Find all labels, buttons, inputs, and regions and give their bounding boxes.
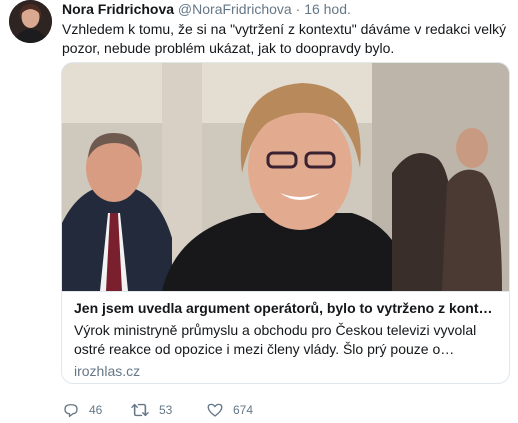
- like-count: 674: [233, 403, 254, 417]
- tweet-actions: 46 53 674: [62, 400, 286, 420]
- card-image[interactable]: [62, 63, 509, 291]
- card-body[interactable]: Jen jsem uvedla argument operátorů, bylo…: [62, 291, 509, 383]
- heart-icon: [206, 401, 224, 419]
- link-card[interactable]: Jen jsem uvedla argument operátorů, bylo…: [61, 62, 510, 384]
- reply-count: 46: [89, 403, 103, 417]
- avatar[interactable]: [9, 0, 52, 43]
- author-handle[interactable]: @NoraFridrichova: [178, 1, 292, 17]
- reply-icon: [62, 401, 80, 419]
- tweet-text: Vzhledem k tomu, že si na "vytržení z ko…: [62, 21, 507, 56]
- card-domain: irozhlas.cz: [74, 363, 141, 379]
- tweet-header: Nora Fridrichova @NoraFridrichova · 16 h…: [62, 0, 351, 18]
- retweet-icon: [130, 401, 150, 419]
- header-separator: ·: [295, 1, 301, 17]
- retweet-count: 53: [159, 403, 173, 417]
- reply-button[interactable]: 46: [62, 401, 130, 419]
- tweet-timestamp[interactable]: 16 hod.: [304, 1, 351, 17]
- like-button[interactable]: 674: [206, 401, 286, 419]
- retweet-button[interactable]: 53: [130, 401, 206, 419]
- author-name[interactable]: Nora Fridrichova: [62, 1, 174, 17]
- card-title[interactable]: Jen jsem uvedla argument operátorů, bylo…: [74, 299, 497, 317]
- card-description: Výrok ministryně průmyslu a obchodu pro …: [74, 322, 477, 357]
